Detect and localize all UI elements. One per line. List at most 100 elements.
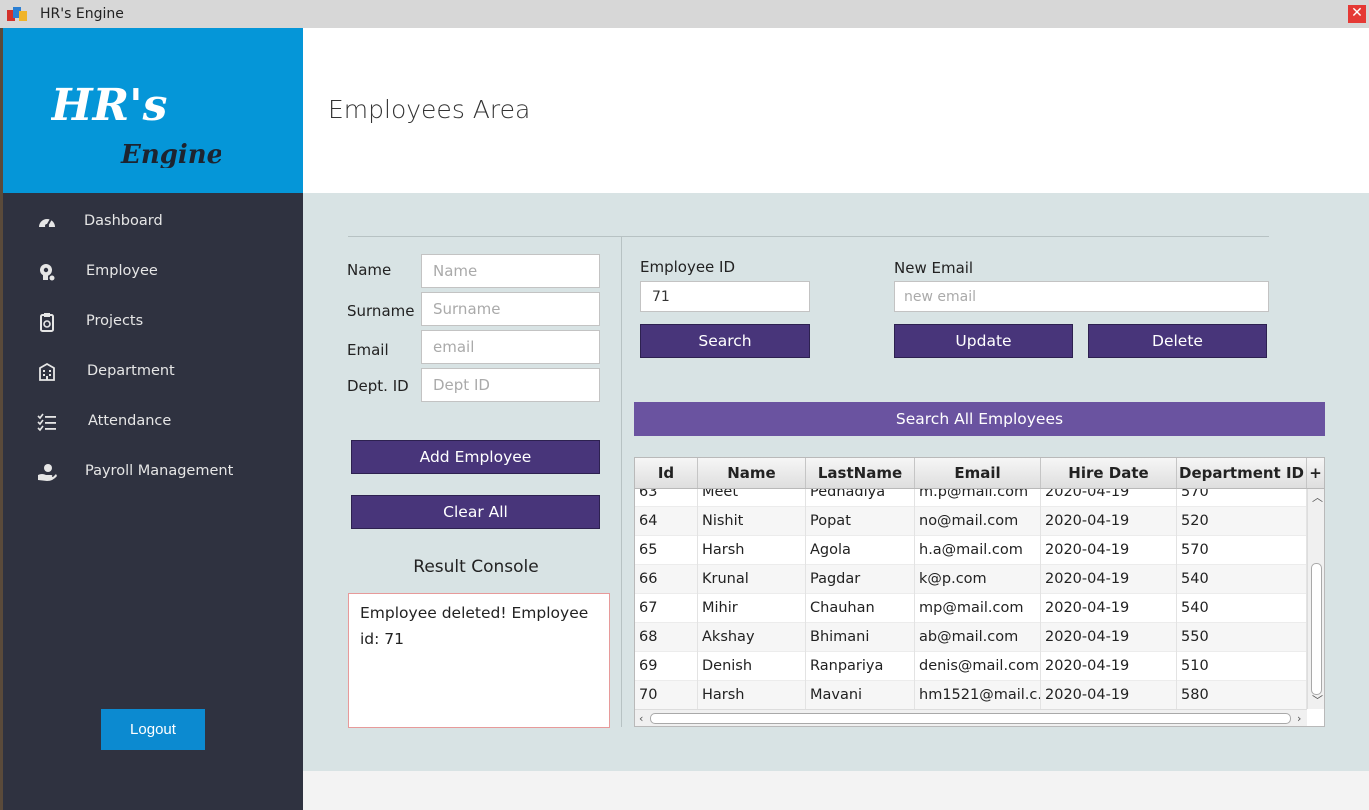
cell-id: 67 — [635, 594, 698, 623]
table-row[interactable]: 67 Mihir Chauhan mp@mail.com 2020-04-19 540 — [635, 594, 1307, 623]
table-row[interactable]: 66 Krunal Pagdar k@p.com 2020-04-19 540 — [635, 565, 1307, 594]
scroll-up-icon[interactable]: ︿ — [1312, 492, 1323, 503]
column-header-id[interactable]: Id — [635, 458, 698, 488]
brand-panel: HR's Engine — [3, 28, 303, 193]
employee-id-label: Employee ID — [640, 258, 736, 276]
cell-hire-date: 2020-04-19 — [1041, 507, 1177, 536]
surname-field[interactable] — [421, 292, 600, 326]
close-icon[interactable]: ✕ — [1348, 5, 1366, 23]
table-row[interactable]: 69 Denish Ranpariya denis@mail.com 2020-04-1… — [635, 652, 1307, 681]
cell-name: Akshay — [698, 623, 806, 652]
cell-hire-date: 2020-04-19 — [1041, 681, 1177, 709]
new-email-field[interactable] — [894, 281, 1269, 312]
horizontal-scroll-thumb[interactable] — [650, 713, 1291, 724]
table-row[interactable]: 65 Harsh Agola h.a@mail.com 2020-04-19 570 — [635, 536, 1307, 565]
result-console-title: Result Console — [413, 557, 539, 577]
cell-lastname: Pagdar — [806, 565, 915, 594]
add-employee-button[interactable]: Add Employee — [351, 440, 600, 474]
cell-lastname: Popat — [806, 507, 915, 536]
cell-name: Mihir — [698, 594, 806, 623]
column-menu-icon[interactable]: + — [1307, 458, 1324, 488]
search-all-employees-button[interactable]: Search All Employees — [634, 402, 1325, 436]
vertical-scroll-thumb[interactable] — [1311, 563, 1322, 695]
cell-email: hm1521@mail.c... — [915, 681, 1041, 709]
column-header-email[interactable]: Email — [915, 458, 1041, 488]
employee-id-field[interactable] — [640, 281, 810, 312]
sidebar-item-label: Department — [87, 363, 175, 379]
cell-email: denis@mail.com — [915, 652, 1041, 681]
horizontal-scrollbar[interactable]: ‹ › — [635, 709, 1307, 726]
cell-hire-date: 2020-04-19 — [1041, 594, 1177, 623]
column-header-hire-date[interactable]: Hire Date — [1041, 458, 1177, 488]
cell-name: Meet — [698, 489, 806, 507]
cell-department-id: 520 — [1177, 507, 1307, 536]
building-icon — [39, 362, 55, 381]
delete-button[interactable]: Delete — [1088, 324, 1267, 358]
vertical-scrollbar[interactable]: ︿ ﹀ — [1307, 489, 1324, 709]
page-header: Employees Area — [303, 28, 1369, 193]
column-header-name[interactable]: Name — [698, 458, 806, 488]
cell-department-id: 540 — [1177, 594, 1307, 623]
sidebar-item-attendance[interactable]: Attendance — [3, 402, 303, 442]
cell-department-id: 510 — [1177, 652, 1307, 681]
email-field[interactable] — [421, 330, 600, 364]
scroll-down-icon[interactable]: ﹀ — [1312, 695, 1323, 706]
new-email-label: New Email — [894, 259, 974, 277]
search-button[interactable]: Search — [640, 324, 810, 358]
sidebar-item-label: Employee — [86, 263, 158, 279]
result-console: Employee deleted! Employee id: 71 — [348, 593, 610, 728]
cell-email: h.a@mail.com — [915, 536, 1041, 565]
sidebar-item-payroll[interactable]: Payroll Management — [3, 452, 303, 492]
surname-label: Surname — [347, 302, 415, 320]
column-header-lastname[interactable]: LastName — [806, 458, 915, 488]
cell-email: mp@mail.com — [915, 594, 1041, 623]
speedometer-icon — [39, 218, 55, 228]
cell-department-id: 540 — [1177, 565, 1307, 594]
cell-id: 64 — [635, 507, 698, 536]
scroll-left-icon[interactable]: ‹ — [639, 713, 643, 724]
sidebar-item-employee[interactable]: Employee — [3, 252, 303, 292]
cell-hire-date: 2020-04-19 — [1041, 652, 1177, 681]
sidebar-item-projects[interactable]: Projects — [3, 302, 303, 342]
cell-department-id: 580 — [1177, 681, 1307, 709]
divider-vertical — [621, 237, 622, 727]
person-cog-icon — [40, 264, 55, 281]
logo-line1: HR's — [51, 80, 167, 131]
table-row[interactable]: 63 Meet Pedhadiya m.p@mail.com 2020-04-19 570 — [635, 489, 1307, 507]
clear-all-button[interactable]: Clear All — [351, 495, 600, 529]
sidebar: Dashboard Employee Projects Department A… — [3, 193, 303, 810]
cell-email: m.p@mail.com — [915, 489, 1041, 507]
sidebar-item-label: Attendance — [88, 413, 172, 429]
clipboard-icon — [40, 313, 54, 332]
divider-horizontal — [348, 236, 1269, 237]
cell-name: Harsh — [698, 536, 806, 565]
cell-id: 63 — [635, 489, 698, 507]
sidebar-item-label: Dashboard — [84, 213, 163, 229]
cell-email: no@mail.com — [915, 507, 1041, 536]
name-field[interactable] — [421, 254, 600, 288]
page-title: Employees Area — [328, 95, 531, 124]
table-row[interactable]: 68 Akshay Bhimani ab@mail.com 2020-04-19 550 — [635, 623, 1307, 652]
logout-button[interactable]: Logout — [101, 709, 205, 750]
app-icon — [7, 7, 27, 21]
cell-name: Harsh — [698, 681, 806, 709]
cell-lastname: Ranpariya — [806, 652, 915, 681]
table-row[interactable]: 70 Harsh Mavani hm1521@mail.c... 2020-04-19 5… — [635, 681, 1307, 709]
footer-strip — [303, 771, 1369, 810]
table-header: Id Name LastName Email Hire Date Departm… — [635, 458, 1324, 489]
column-header-department-id[interactable]: Department ID — [1177, 458, 1307, 488]
cell-lastname: Bhimani — [806, 623, 915, 652]
sidebar-item-dashboard[interactable]: Dashboard — [3, 202, 303, 242]
hand-coin-icon — [38, 464, 57, 481]
cell-department-id: 550 — [1177, 623, 1307, 652]
cell-lastname: Agola — [806, 536, 915, 565]
table-row[interactable]: 64 Nishit Popat no@mail.com 2020-04-19 520 — [635, 507, 1307, 536]
update-button[interactable]: Update — [894, 324, 1073, 358]
scroll-right-icon[interactable]: › — [1297, 713, 1301, 724]
dept-id-field[interactable] — [421, 368, 600, 402]
cell-lastname: Chauhan — [806, 594, 915, 623]
cell-id: 66 — [635, 565, 698, 594]
cell-name: Krunal — [698, 565, 806, 594]
sidebar-item-department[interactable]: Department — [3, 352, 303, 392]
employees-table: Id Name LastName Email Hire Date Departm… — [634, 457, 1325, 727]
